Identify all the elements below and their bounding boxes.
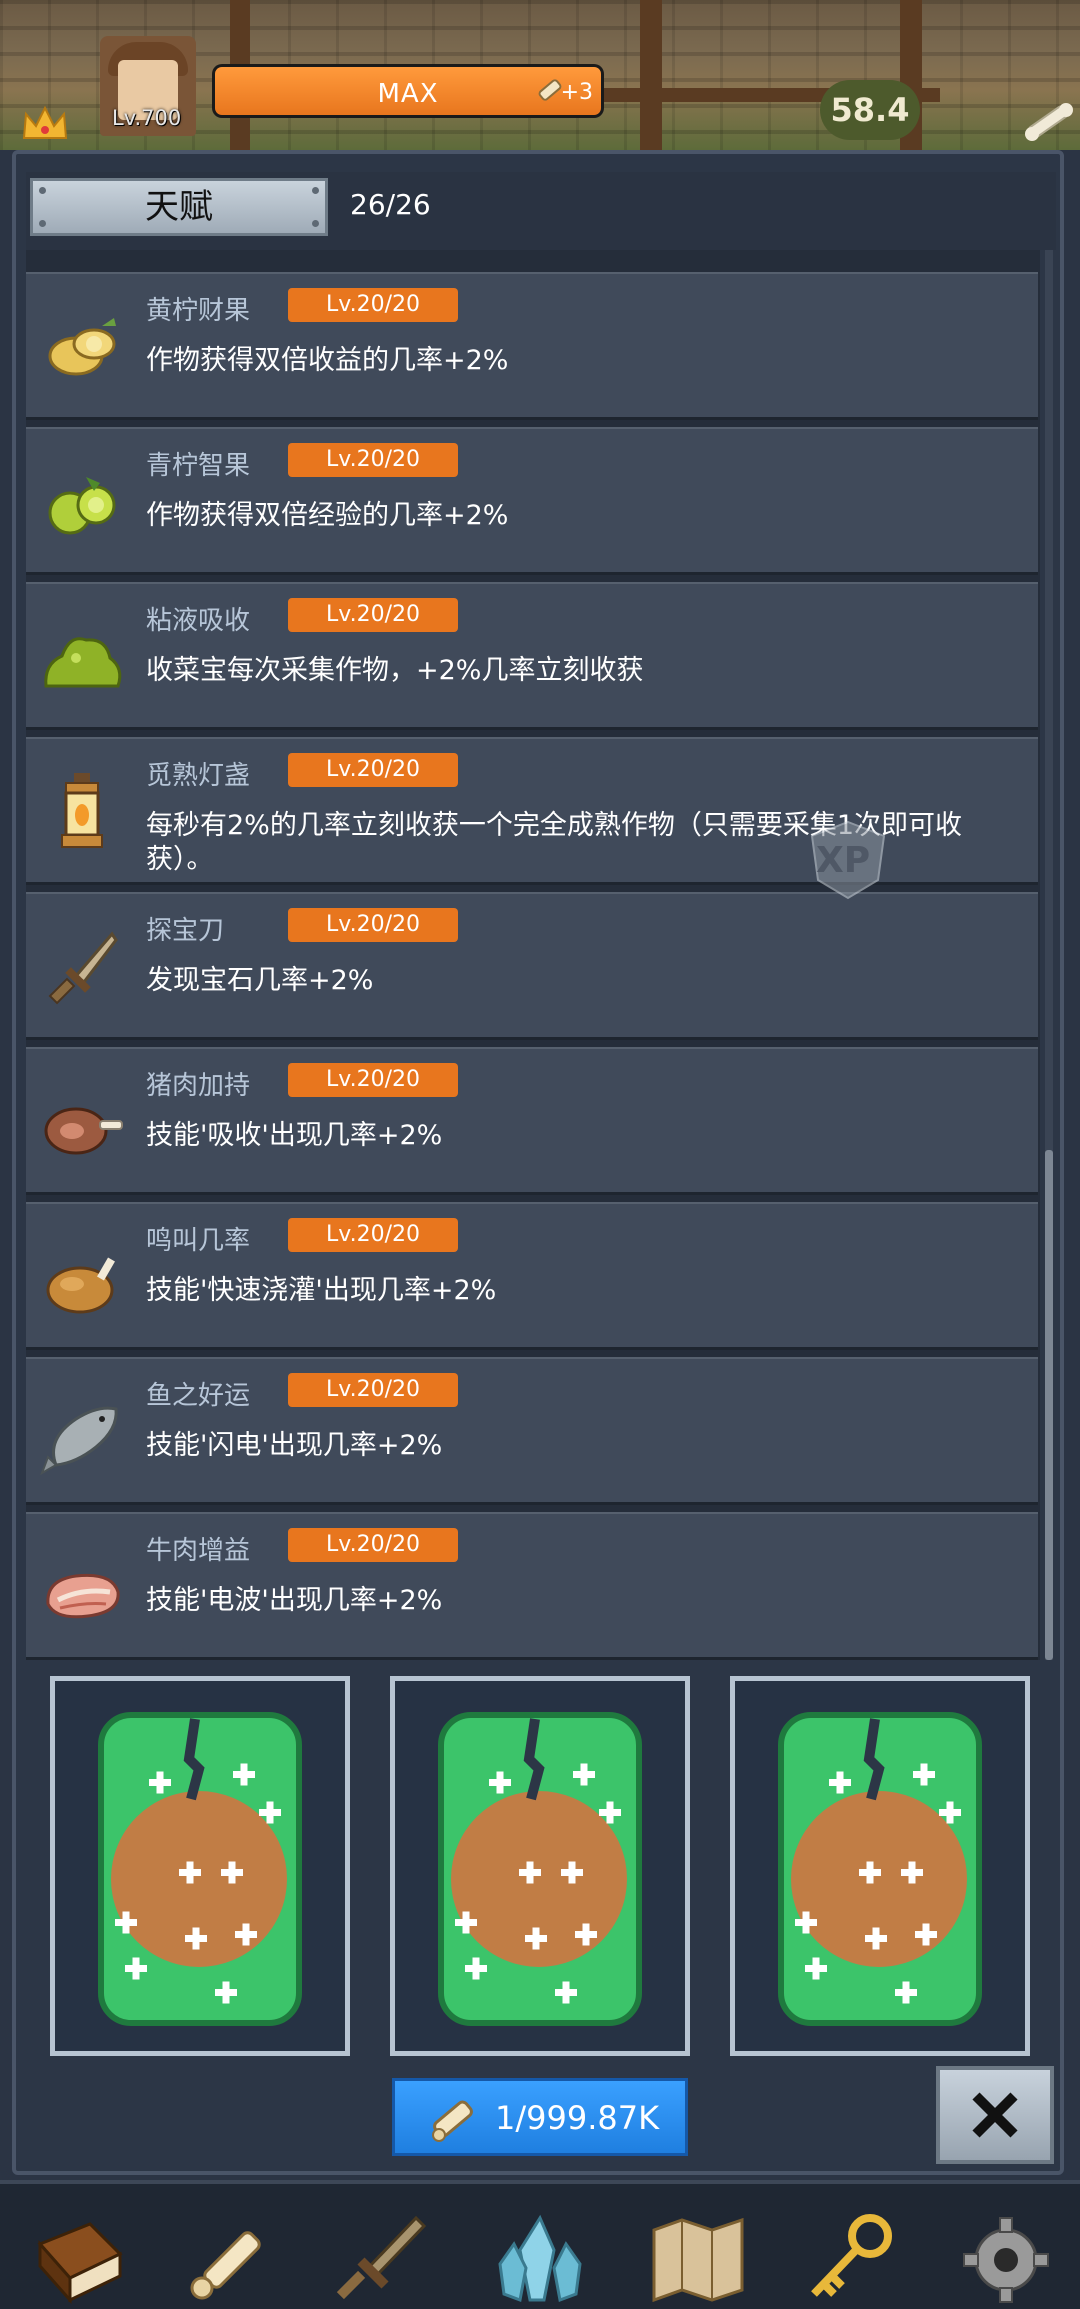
nav-map[interactable]: [648, 2214, 748, 2309]
talent-name: 猪肉加持: [146, 1071, 251, 1101]
nav-scroll[interactable]: [180, 2214, 280, 2309]
talent-description: 发现宝石几率+2%: [146, 965, 374, 996]
scroll-icon: [432, 2100, 473, 2142]
seed-card[interactable]: [730, 1676, 1030, 2056]
steak-icon: [46, 1573, 120, 1619]
rivet: [39, 220, 46, 227]
talent-row[interactable]: 鸣叫几率 Lv.20/20 技能'快速浇灌'出现几率+2%: [26, 1202, 1038, 1350]
crystal-icon: [498, 2214, 582, 2303]
scroll-icon: [190, 2231, 261, 2300]
yellow-lemon-icon: [48, 318, 116, 376]
map-icon: [652, 2217, 744, 2303]
talent-description: 技能'电波'出现几率+2%: [146, 1585, 443, 1616]
talent-row[interactable]: 黄柠财果 Lv.20/20 作物获得双倍收益的几率+2%: [26, 272, 1038, 420]
talent-row[interactable]: 牛肉增益 Lv.20/20 技能'电波'出现几率+2%: [26, 1512, 1038, 1660]
talent-level-badge: Lv.20/20: [288, 598, 458, 632]
gear-icon: [963, 2217, 1049, 2303]
talent-row[interactable]: 探宝刀 Lv.20/20 发现宝石几率+2%: [26, 892, 1038, 1040]
wood-beam: [640, 0, 662, 150]
talent-name: 鱼之好运: [146, 1381, 251, 1411]
talent-description: 技能'吸收'出现几率+2%: [146, 1120, 443, 1151]
book-icon: [37, 2222, 123, 2304]
progress-bar: MAX +3: [212, 64, 604, 118]
tab-talent[interactable]: 天赋: [30, 178, 328, 236]
nav-sword[interactable]: [330, 2214, 430, 2309]
draw-cost-label: 1/999.87K: [495, 2099, 660, 2137]
seed-card[interactable]: [50, 1676, 350, 2056]
talent-row[interactable]: 青柠智果 Lv.20/20 作物获得双倍经验的几率+2%: [26, 427, 1038, 575]
talent-row[interactable]: 粘液吸收 Lv.20/20 收菜宝每次采集作物，+2%几率立刻收获: [26, 582, 1038, 730]
nav-key[interactable]: [800, 2214, 900, 2309]
close-icon: [972, 2092, 1018, 2138]
xp-text: XP: [816, 840, 871, 881]
rivet: [312, 187, 319, 194]
talent-row[interactable]: 猪肉加持 Lv.20/20 技能'吸收'出现几率+2%: [26, 1047, 1038, 1195]
close-button[interactable]: [936, 2066, 1054, 2164]
talent-level-badge: Lv.20/20: [288, 908, 458, 942]
bottom-nav: [0, 2180, 1080, 2309]
talent-description: 作物获得双倍收益的几率+2%: [146, 345, 509, 376]
sword-icon: [336, 2215, 427, 2300]
talent-level-badge: Lv.20/20: [288, 443, 458, 477]
fish-icon: [40, 1406, 118, 1476]
talent-level-badge: Lv.20/20: [288, 753, 458, 787]
slime-icon: [44, 637, 122, 688]
dagger-icon: [48, 931, 118, 1005]
talent-description: 技能'闪电'出现几率+2%: [146, 1430, 443, 1461]
talent-name: 牛肉增益: [146, 1536, 251, 1566]
talent-row[interactable]: 鱼之好运 Lv.20/20 技能'闪电'出现几率+2%: [26, 1357, 1038, 1505]
green-lime-icon: [48, 477, 116, 535]
player-level: Lv.700: [112, 106, 182, 130]
talent-name: 探宝刀: [146, 916, 225, 946]
timer-badge: 58.4: [820, 80, 920, 140]
talent-name: 觅熟灯盏: [146, 761, 251, 791]
bone-icon[interactable]: [1016, 96, 1080, 146]
lantern-icon: [61, 773, 103, 848]
scrollbar-thumb[interactable]: [1045, 1150, 1053, 1660]
rivet: [39, 187, 46, 194]
talent-description: 每秒有2%的几率立刻收获一个完全成熟作物（只需要采集1次即可收获）。: [146, 810, 963, 875]
ham-icon: [44, 1107, 123, 1155]
talent-name: 青柠智果: [146, 451, 251, 481]
talent-name: 粘液吸收: [146, 606, 251, 636]
seed-card-icon: [778, 1712, 982, 2026]
talent-description: 作物获得双倍经验的几率+2%: [146, 500, 509, 531]
crown-icon: [22, 105, 68, 139]
talent-level-badge: Lv.20/20: [288, 1218, 458, 1252]
xp-badge[interactable]: XP: [806, 818, 890, 902]
talent-level-badge: Lv.20/20: [288, 288, 458, 322]
bonus-count: +3: [560, 80, 593, 105]
nav-book[interactable]: [30, 2214, 130, 2309]
rivet: [312, 220, 319, 227]
roast-chicken-icon: [46, 1257, 115, 1314]
nav-settings[interactable]: [956, 2214, 1056, 2309]
talent-description: 技能'快速浇灌'出现几率+2%: [146, 1275, 497, 1306]
nav-crystal[interactable]: [490, 2214, 590, 2309]
talent-level-badge: Lv.20/20: [288, 1528, 458, 1562]
seed-card-icon: [98, 1712, 302, 2026]
talent-description: 收菜宝每次采集作物，+2%几率立刻收获: [146, 655, 644, 686]
draw-cost-button[interactable]: 1/999.87K: [392, 2078, 688, 2156]
talent-name: 鸣叫几率: [146, 1226, 251, 1256]
seed-card[interactable]: [390, 1676, 690, 2056]
progress-fill: MAX +3: [215, 67, 601, 115]
talent-name: 黄柠财果: [146, 296, 251, 326]
tab-talent-label: 天赋: [145, 187, 213, 227]
talent-level-badge: Lv.20/20: [288, 1373, 458, 1407]
seed-card-icon: [438, 1712, 642, 2026]
talent-level-badge: Lv.20/20: [288, 1063, 458, 1097]
talent-count: 26/26: [350, 188, 431, 221]
key-icon: [811, 2214, 892, 2297]
